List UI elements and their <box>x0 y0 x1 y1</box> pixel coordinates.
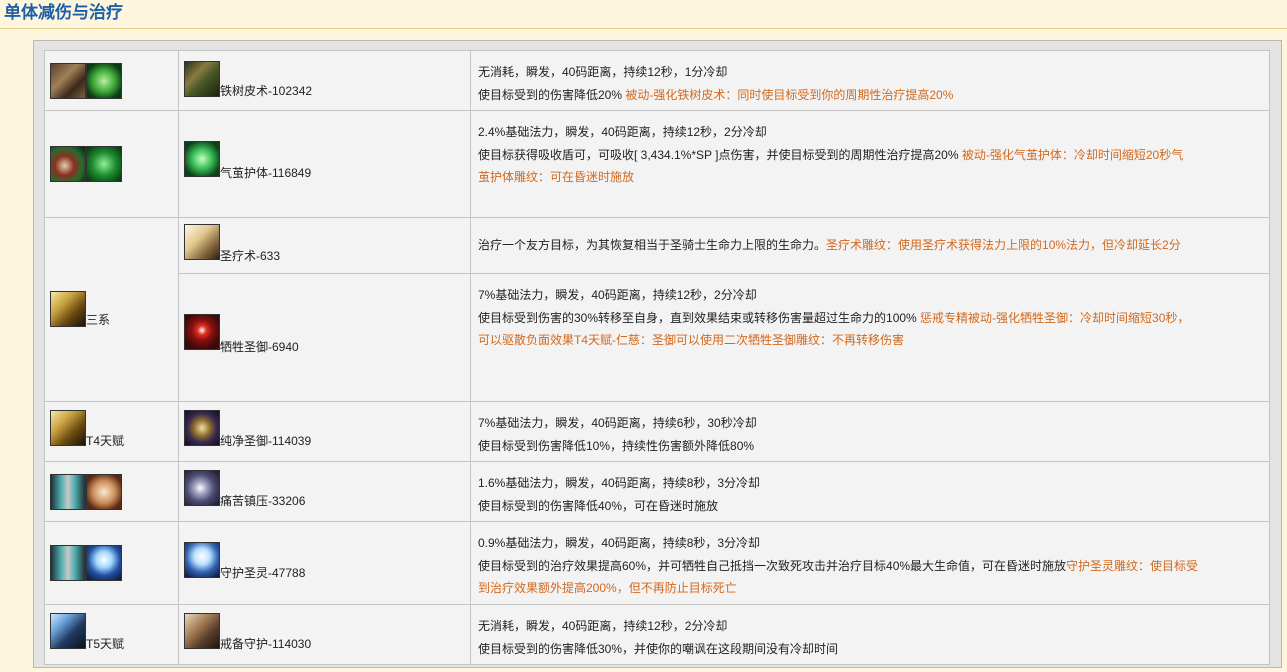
class-cell <box>44 110 179 218</box>
cocoon-class-icon <box>50 146 86 182</box>
desc-line: 治疗一个友方目标，为其恢复相当于圣骑士生命力上限的生命力。 <box>478 238 827 252</box>
skill-name: 纯净圣御-114039 <box>220 434 312 448</box>
skill-name: 痛苦镇压-33206 <box>220 494 306 508</box>
table-row: 牺牲圣御-6940 7%基础法力，瞬发，40码距离，持续12秒，2分冷却 使目标… <box>45 273 1270 402</box>
paladin-t4-icon <box>50 410 86 446</box>
desc-line: 使目标受到伤害的30%转移至自身，直到效果结束或转移伤害量超过生命力的100% <box>478 310 921 325</box>
desc-line: 使目标获得吸收盾可，可吸收[ 3,434.1%*SP ]点伤害，并使目标受到的周… <box>478 147 962 162</box>
life-cocoon-icon <box>184 141 220 177</box>
vigilance-icon <box>184 613 220 649</box>
table-row: 铁树皮术-102342 无消耗，瞬发，40码距离，持续12秒，1分冷却 使目标受… <box>44 50 1270 111</box>
glyph-note: 守护圣灵雕纹：使目标受 <box>1066 558 1199 573</box>
glyph-note: 可以驱散负面效果T4天赋-仁慈：圣御可以使用二次牺牲圣御雕纹：不再转移伤害 <box>478 333 905 347</box>
skill-cell: 戒备守护-114030 <box>178 604 471 665</box>
class-cell: T5天赋 <box>44 604 179 665</box>
desc-line: 7%基础法力，瞬发，40码距离，持续6秒，30秒冷却 <box>478 416 757 430</box>
class-cell: T4天赋 <box>44 401 179 462</box>
table-row: T4天赋 纯净圣御-114039 7%基础法力，瞬发，40码距离，持续6秒，30… <box>44 401 1270 462</box>
desc-line: 使目标受到的伤害降低20% <box>478 87 626 102</box>
class-cell <box>44 521 179 605</box>
skill-name: 戒备守护-114030 <box>220 637 312 651</box>
cocoon-orb-icon <box>86 146 122 182</box>
desc-line: 使目标受到伤害降低10%，持续性伤害额外降低80% <box>478 438 755 453</box>
class-label: T4天赋 <box>86 434 125 448</box>
desc-cell: 治疗一个友方目标，为其恢复相当于圣骑士生命力上限的生命力。圣疗术雕纹：使用圣疗术… <box>470 217 1270 274</box>
skill-cell: 圣疗术-633 <box>178 217 471 274</box>
skill-name: 守护圣灵-47788 <box>220 566 306 580</box>
paladin-class-icon <box>50 290 86 327</box>
glyph-note: 圣疗术雕纹：使用圣疗术获得法力上限的10%法力，但冷却延长2分 <box>826 238 1181 252</box>
glyph-note: 惩戒专精被动-强化牺牲圣御：冷却时间缩短30秒， <box>920 310 1190 325</box>
class-cell <box>44 461 179 522</box>
desc-line: 0.9%基础法力，瞬发，40码距离，持续8秒，3分冷却 <box>478 536 761 550</box>
skill-name: 牺牲圣御-6940 <box>220 340 299 354</box>
desc-cell: 1.6%基础法力，瞬发，40码距离，持续8秒，3分冷却 使目标受到的伤害降低40… <box>470 461 1270 522</box>
section-title: 单体减伤与治疗 <box>4 3 123 23</box>
holy-class-icon <box>50 545 86 581</box>
hand-of-purity-icon <box>184 410 220 446</box>
class-label: T5天赋 <box>86 637 125 651</box>
desc-line: 7%基础法力，瞬发，40码距离，持续12秒，2分冷却 <box>478 288 757 302</box>
skill-cell: 守护圣灵-47788 <box>178 521 471 605</box>
table-row: 气茧护体-116849 2.4%基础法力，瞬发，40码距离，持续12秒，2分冷却… <box>44 110 1270 218</box>
skill-cell: 牺牲圣御-6940 <box>178 273 471 402</box>
section-header: 单体减伤与治疗 <box>0 0 1287 29</box>
desc-line: 使目标受到的治疗效果提高60%，并可牺牲自己抵挡一次致死攻击并治疗目标40%最大… <box>478 558 1067 573</box>
table-row: 痛苦镇压-33206 1.6%基础法力，瞬发，40码距离，持续8秒，3分冷却 使… <box>44 461 1270 522</box>
glyph-note: 茧护体雕纹：可在昏迷时施放 <box>478 170 635 184</box>
desc-line: 2.4%基础法力，瞬发，40码距离，持续12秒，2分冷却 <box>478 125 767 139</box>
desc-cell: 无消耗，瞬发，40码距离，持续12秒，1分冷却 使目标受到的伤害降低20% 被动… <box>470 50 1270 111</box>
discipline-class-icon <box>50 473 86 510</box>
skill-name: 气茧护体-116849 <box>220 166 312 180</box>
guardian-spirit-icon <box>184 542 220 578</box>
class-label: 三系 <box>86 312 111 327</box>
class-cell <box>44 50 179 111</box>
table-row: 三系 圣疗术-633 治疗一个友方目标，为其恢复相当于圣骑士生命力上限的生命力。… <box>44 217 1270 402</box>
ironbark-icon <box>184 61 220 97</box>
lay-on-hands-icon <box>184 224 220 260</box>
desc-cell: 7%基础法力，瞬发，40码距离，持续12秒，2分冷却 使目标受到伤害的30%转移… <box>470 273 1270 402</box>
class-cell: 三系 <box>44 217 179 402</box>
hand-of-sacrifice-icon <box>184 314 220 350</box>
skill-name: 铁树皮术-102342 <box>220 84 313 98</box>
warrior-t5-icon <box>50 613 86 649</box>
table-row: 守护圣灵-47788 0.9%基础法力，瞬发，40码距离，持续8秒，3分冷却 使… <box>44 521 1270 605</box>
pain-suppression-icon <box>184 470 220 506</box>
skill-cell: 铁树皮术-102342 <box>178 50 471 111</box>
desc-line: 无消耗，瞬发，40码距离，持续12秒，1分冷却 <box>478 65 728 79</box>
spirit-class-icon <box>86 545 122 581</box>
desc-cell: 2.4%基础法力，瞬发，40码距离，持续12秒，2分冷却 使目标获得吸收盾可，可… <box>470 110 1270 218</box>
desc-cell: 0.9%基础法力，瞬发，40码距离，持续8秒，3分冷却 使目标受到的治疗效果提高… <box>470 521 1270 605</box>
skill-cell: 痛苦镇压-33206 <box>178 461 471 522</box>
desc-cell: 无消耗，瞬发，40码距离，持续12秒，2分冷却 使目标受到的伤害降低30%，并使… <box>470 604 1270 665</box>
glyph-note: 到治疗效果额外提高200%，但不再防止目标死亡 <box>478 581 737 595</box>
glyph-note: 被动-强化铁树皮术：同时使目标受到你的周期性治疗提高20% <box>625 87 954 102</box>
desc-line: 1.6%基础法力，瞬发，40码距离，持续8秒，3分冷却 <box>478 476 761 490</box>
skill-cell: 气茧护体-116849 <box>178 110 471 218</box>
skill-name: 圣疗术-633 <box>220 249 281 263</box>
desc-line: 使目标受到的伤害降低40%，可在昏迷时施放 <box>478 498 719 513</box>
desc-cell: 7%基础法力，瞬发，40码距离，持续6秒，30秒冷却 使目标受到伤害降低10%，… <box>470 401 1270 462</box>
bark-leaf-icon <box>86 62 122 99</box>
desc-line: 无消耗，瞬发，40码距离，持续12秒，2分冷却 <box>478 619 728 633</box>
desc-line: 使目标受到的伤害降低30%，并使你的嘲讽在这段期间没有冷却时间 <box>478 641 839 656</box>
skills-table: 铁树皮术-102342 无消耗，瞬发，40码距离，持续12秒，1分冷却 使目标受… <box>44 50 1270 665</box>
skill-cell: 纯净圣御-114039 <box>178 401 471 462</box>
table-row: T5天赋 戒备守护-114030 无消耗，瞬发，40码距离，持续12秒，2分冷却… <box>44 604 1270 665</box>
glyph-note: 被动-强化气茧护体：冷却时间缩短20秒气 <box>961 147 1184 162</box>
shield-rune-icon <box>86 473 122 510</box>
bark-class-icon <box>50 62 86 99</box>
